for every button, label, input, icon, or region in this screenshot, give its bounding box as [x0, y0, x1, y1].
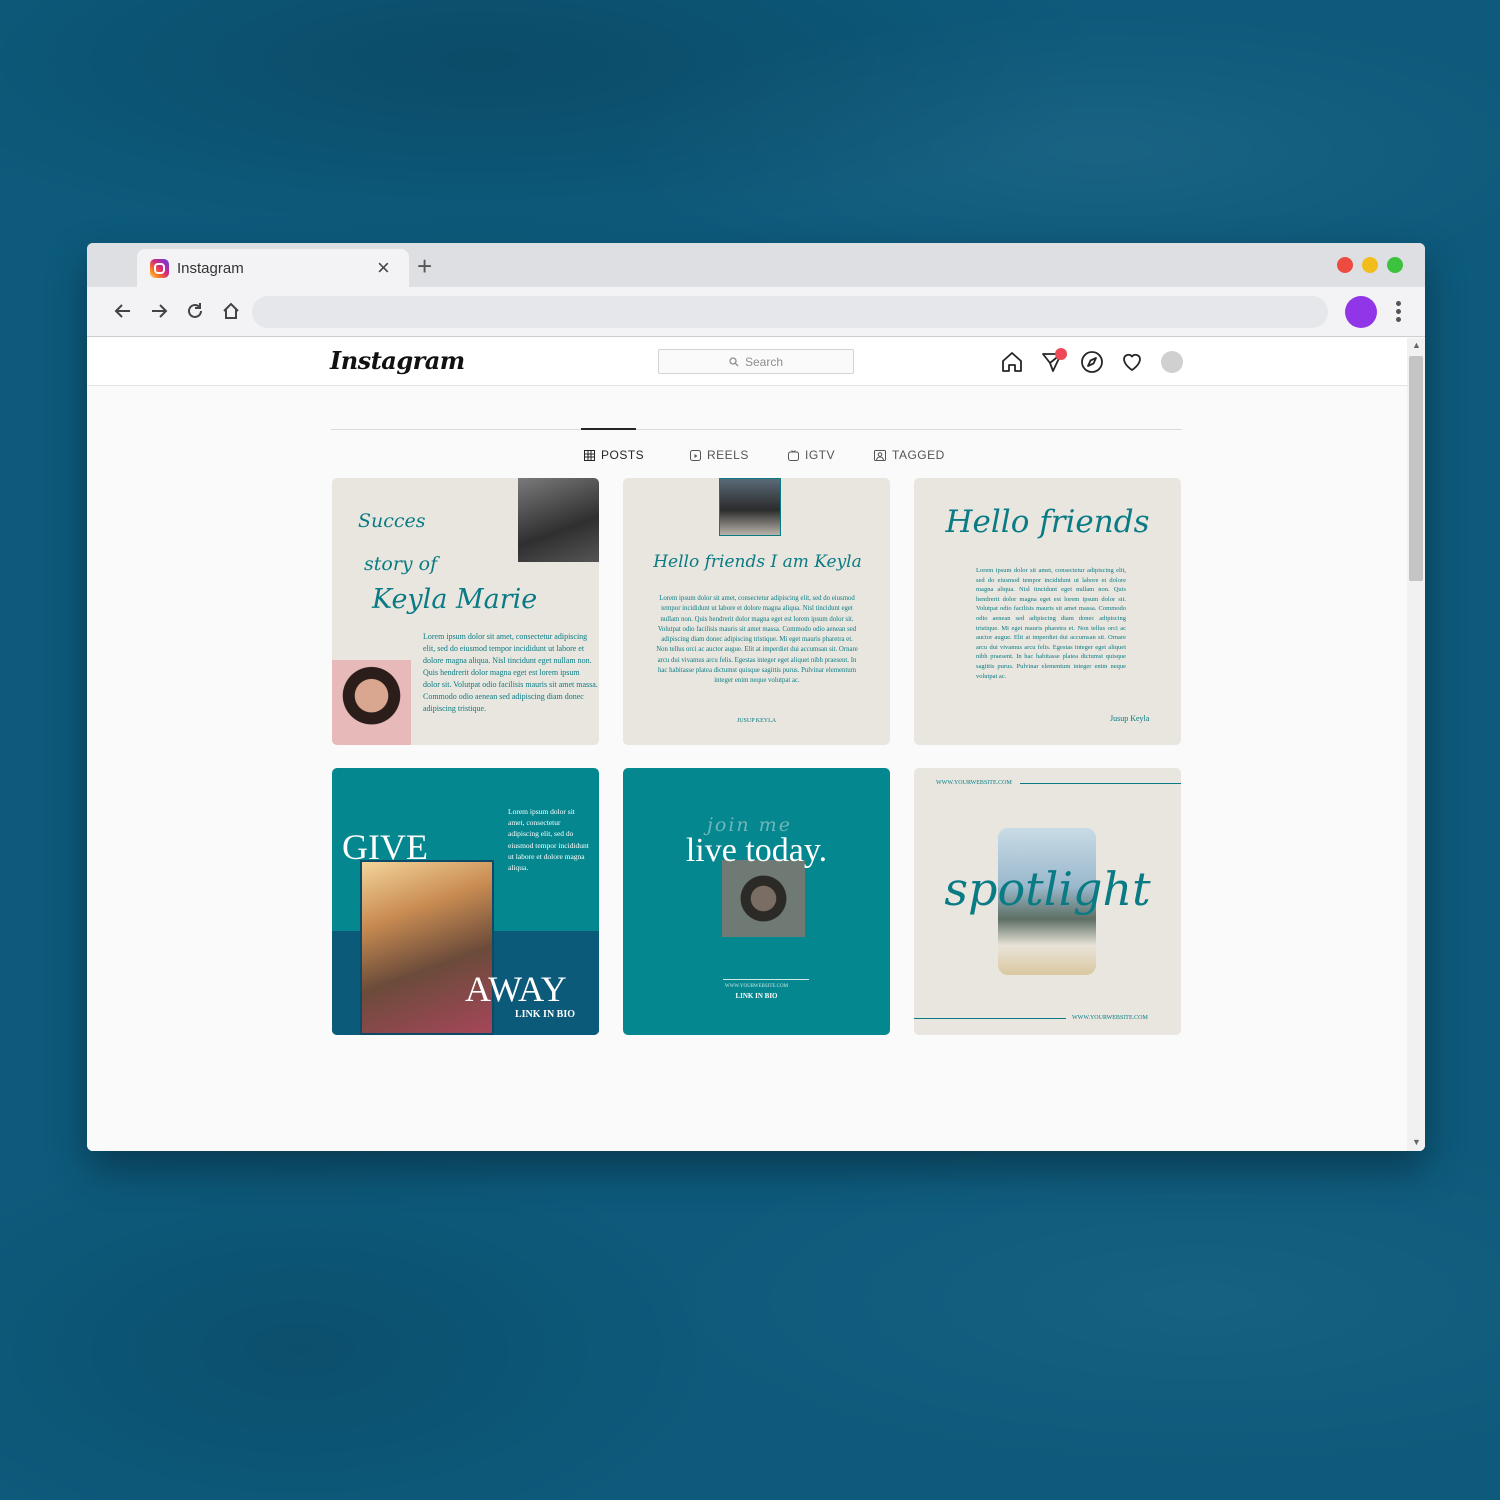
link-in-bio-text: LINK IN BIO: [735, 992, 778, 1000]
instagram-logo[interactable]: Instagram: [330, 346, 465, 375]
tab-bar: Instagram × +: [87, 243, 1425, 287]
give-text: GIVE: [342, 827, 428, 867]
tab-close-icon[interactable]: ×: [377, 255, 390, 281]
link-in-bio-text: LINK IN BIO: [515, 1009, 576, 1020]
tagged-icon: [874, 449, 886, 461]
window-minimize-dot[interactable]: [1362, 257, 1378, 273]
divider-line: [723, 979, 809, 980]
active-tab-indicator: [581, 428, 636, 430]
explore-compass-icon[interactable]: [1080, 350, 1104, 374]
post-hello-keyla[interactable]: Hello friends I am Keyla Lorem ipsum dol…: [623, 478, 890, 745]
tab-tagged-label: TAGGED: [892, 448, 945, 462]
window-close-dot[interactable]: [1337, 257, 1353, 273]
profile-tabs-divider: [331, 429, 1182, 430]
website-text: WWW.YOURWEBSITE.COM: [724, 984, 789, 989]
top-line: [1020, 783, 1181, 784]
headline-text: live today.: [685, 832, 828, 869]
away-text: AWAY: [465, 969, 567, 1009]
igtv-icon: [788, 449, 799, 461]
home-icon[interactable]: [1000, 350, 1024, 374]
post-body-text: Lorem ipsum dolor sit amet, consectetur …: [508, 807, 589, 873]
post-hello-friends[interactable]: Hello friends Lorem ipsum dolor sit amet…: [914, 478, 1181, 745]
post-spotlight[interactable]: WWW.YOURWEBSITE.COM spotlight WWW.YOURWE…: [914, 768, 1181, 1035]
scrollbar[interactable]: ▲ ▼: [1407, 338, 1425, 1151]
tab-reels[interactable]: REELS: [690, 448, 749, 462]
post-body-text: Lorem ipsum dolor sit amet, consectetur …: [423, 632, 598, 713]
post-body-text: Lorem ipsum dolor sit amet, consectetur …: [656, 595, 858, 685]
script-title-line1: Succes: [358, 510, 426, 532]
website-bottom-text: WWW.YOURWEBSITE.COM: [1072, 1015, 1148, 1021]
tab-reels-label: REELS: [707, 448, 749, 462]
tab-posts-label: POSTS: [601, 448, 645, 462]
instagram-favicon-icon: [150, 259, 169, 278]
bottom-line: [914, 1018, 1066, 1019]
heart-icon[interactable]: [1120, 350, 1144, 374]
post-success-story[interactable]: Succes story of Keyla Marie Lorem ipsum …: [332, 478, 599, 745]
new-tab-button[interactable]: +: [417, 253, 432, 279]
back-arrow-icon[interactable]: [110, 297, 136, 325]
grid-icon: [584, 449, 595, 461]
instagram-header: Instagram Search: [87, 338, 1407, 386]
tab-tagged[interactable]: TAGGED: [874, 448, 945, 462]
browser-toolbar: [87, 287, 1425, 337]
tab-title: Instagram: [177, 260, 244, 277]
script-title-line3: Keyla Marie: [372, 584, 538, 615]
post-live-today[interactable]: join me live today. WWW.YOURWEBSITE.COM …: [623, 768, 890, 1035]
post-give-away[interactable]: Lorem ipsum dolor sit amet, consectetur …: [332, 768, 599, 1035]
tab-posts[interactable]: POSTS: [584, 448, 644, 462]
search-input[interactable]: Search: [658, 349, 854, 374]
forward-arrow-icon[interactable]: [146, 297, 172, 325]
page-content: Instagram Search ▲ ▼ POSTS REELS IGTV TA…: [87, 338, 1425, 1151]
woman-photo: [722, 860, 805, 937]
tab-igtv[interactable]: IGTV: [788, 448, 835, 462]
script-title: Hello friends I am Keyla: [653, 552, 862, 572]
browser-profile-avatar[interactable]: [1345, 296, 1377, 328]
reload-icon[interactable]: [182, 297, 208, 325]
browser-tab-instagram[interactable]: Instagram ×: [137, 249, 409, 287]
browser-menu-icon[interactable]: [1391, 299, 1405, 325]
search-placeholder: Search: [744, 354, 784, 369]
portrait-photo-bw: [518, 478, 599, 562]
reels-icon: [690, 449, 701, 461]
portrait-photo: [719, 478, 781, 536]
home-icon[interactable]: [218, 297, 244, 325]
browser-window: Instagram × + Instagram Search ▲ ▼ POSTS…: [87, 243, 1425, 1151]
script-title-line2: story of: [364, 553, 438, 575]
signature-text: Jusup Keyla: [1110, 714, 1150, 723]
avatar[interactable]: [1161, 351, 1183, 373]
scroll-up-icon[interactable]: ▲: [1412, 340, 1421, 350]
signature-text: JUSUP KEYLA: [736, 718, 777, 724]
search-icon: [729, 356, 739, 366]
script-title: Hello friends: [945, 504, 1150, 540]
script-title: spotlight: [944, 862, 1151, 916]
scroll-down-icon[interactable]: ▼: [1412, 1137, 1421, 1147]
portrait-photo-pink: [332, 660, 411, 745]
notification-badge: [1055, 348, 1067, 360]
post-body-text: Lorem ipsum dolor sit amet, consectetur …: [976, 567, 1126, 680]
window-maximize-dot[interactable]: [1387, 257, 1403, 273]
scroll-thumb[interactable]: [1409, 356, 1423, 581]
address-bar[interactable]: [252, 296, 1328, 328]
website-top-text: WWW.YOURWEBSITE.COM: [936, 780, 1012, 786]
tab-igtv-label: IGTV: [805, 448, 836, 462]
